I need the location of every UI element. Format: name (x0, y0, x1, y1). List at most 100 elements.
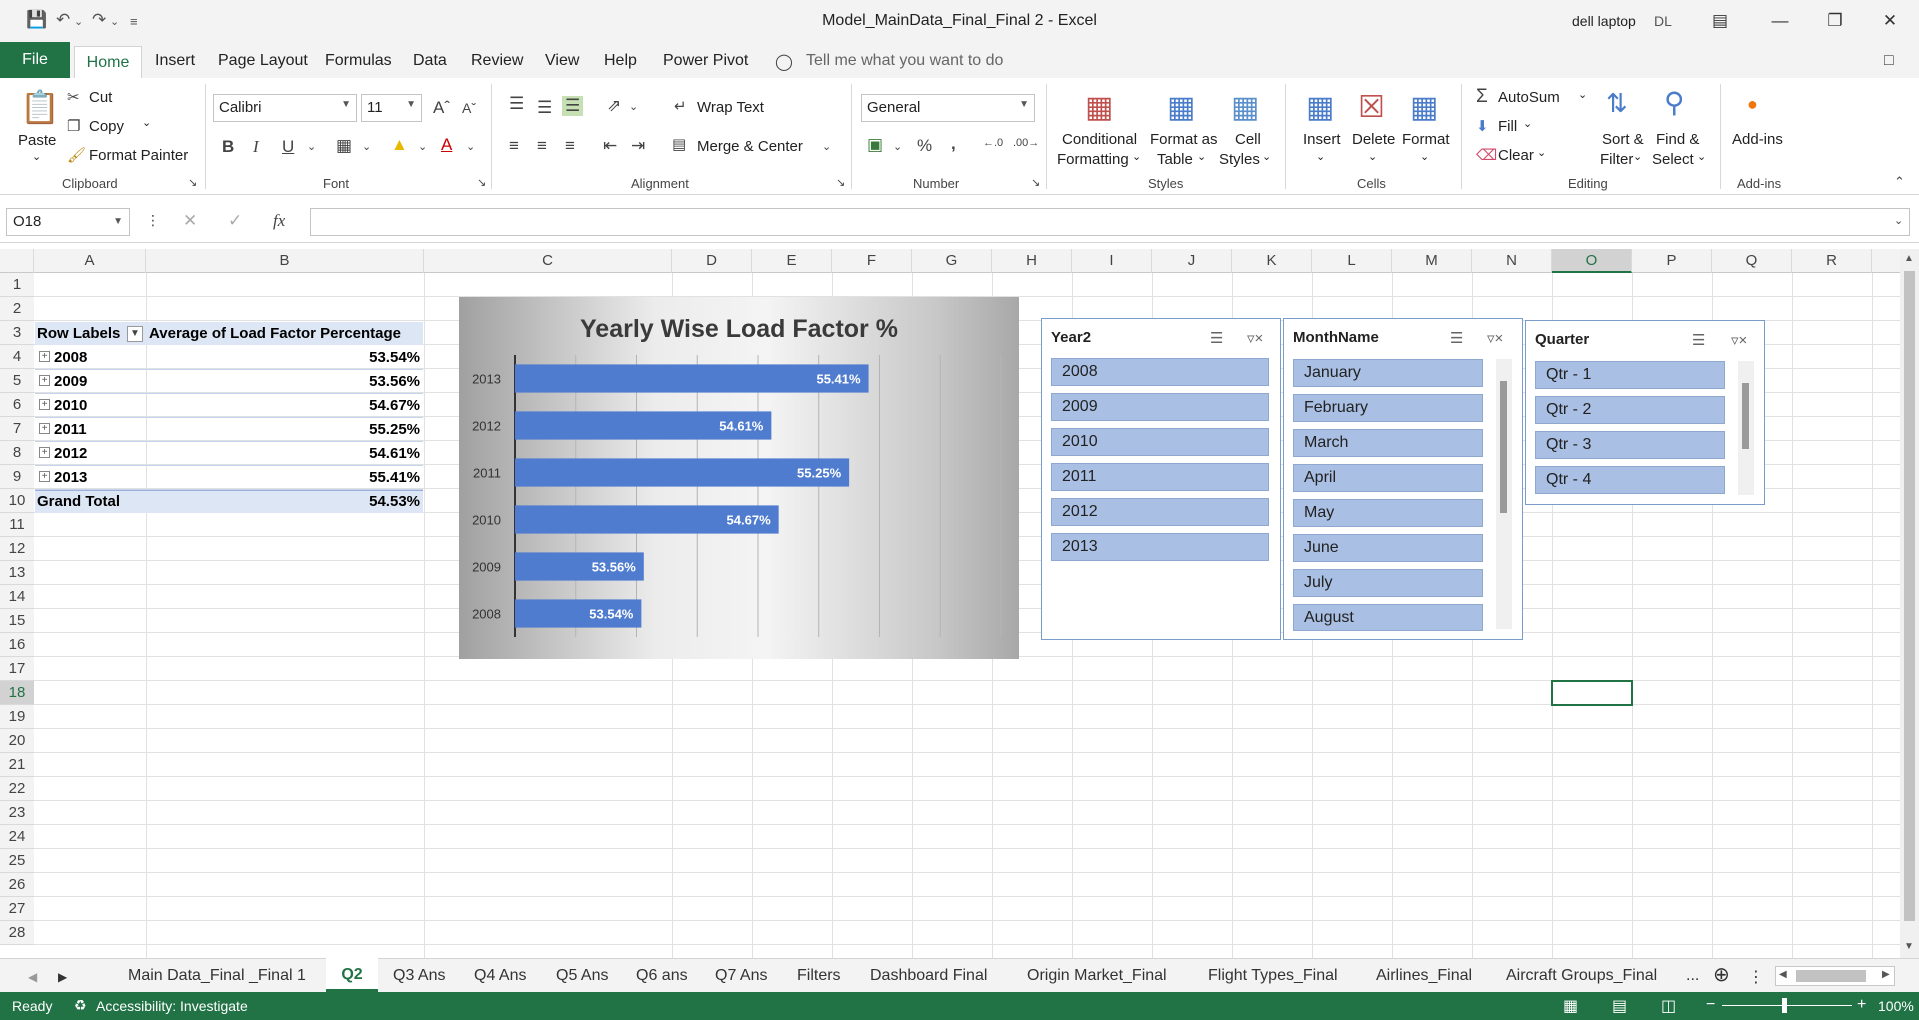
sort-filter-button[interactable]: Sort & (1602, 131, 1644, 148)
tab-file[interactable]: File (0, 42, 70, 78)
slicer-item[interactable]: 2010 (1051, 428, 1269, 456)
user-initials[interactable]: DL (1654, 13, 1672, 29)
number-format-dropdown[interactable]: General ▼ (861, 94, 1035, 122)
user-name[interactable]: dell laptop (1572, 13, 1636, 29)
font-launcher-icon[interactable]: ↘ (477, 176, 486, 189)
normal-view-icon[interactable]: ▦ (1563, 996, 1578, 1016)
tab-help[interactable]: Help (604, 52, 637, 70)
slicer-item[interactable]: 2011 (1051, 463, 1269, 491)
decrease-indent-icon[interactable]: ⇤ (603, 136, 617, 156)
format-painter-icon[interactable]: 🖌 (67, 146, 86, 164)
clipboard-launcher-icon[interactable]: ↘ (188, 176, 197, 189)
scroll-right-icon[interactable]: ▶ (1882, 969, 1890, 980)
row-header-5[interactable]: 5 (0, 369, 34, 393)
expand-formula-bar-icon[interactable]: ⌄ (1894, 214, 1903, 227)
row-header-11[interactable]: 11 (0, 513, 34, 537)
paste-icon[interactable]: 📋 (20, 88, 60, 126)
insert-dropdown-icon[interactable]: ⌄ (1316, 150, 1325, 163)
column-header-p[interactable]: P (1632, 249, 1712, 273)
slicer-item[interactable]: March (1293, 429, 1483, 457)
more-options-icon[interactable]: ⋮ (146, 212, 160, 229)
percent-style-icon[interactable]: % (917, 136, 932, 156)
sheet-tab[interactable]: Origin Market_Final (1027, 967, 1167, 985)
slicer-scroll-thumb[interactable] (1500, 381, 1507, 513)
row-header-25[interactable]: 25 (0, 849, 34, 873)
column-header-g[interactable]: G (912, 249, 992, 273)
expand-icon[interactable]: + (39, 351, 50, 362)
row-header-8[interactable]: 8 (0, 441, 34, 465)
autosum-dropdown-icon[interactable]: ⌄ (1578, 88, 1587, 101)
fill-color-icon[interactable]: ▲ (391, 135, 408, 155)
insert-cells-icon[interactable]: ▦ (1306, 90, 1334, 125)
paste-dropdown-icon[interactable]: ⌄ (32, 150, 41, 163)
row-header-19[interactable]: 19 (0, 705, 34, 729)
zoom-in-icon[interactable]: + (1857, 996, 1866, 1014)
increase-font-size-icon[interactable]: Aˆ (433, 98, 450, 118)
slicer-item[interactable]: Qtr - 2 (1535, 396, 1725, 424)
slicer-year2[interactable]: Year2 ☰ ▿× 2008 2009 2010 2011 2012 2013 (1041, 318, 1281, 640)
more-sheets-button[interactable]: ... (1686, 967, 1699, 985)
column-header-l[interactable]: L (1312, 249, 1392, 273)
copy-icon[interactable]: ❐ (67, 117, 80, 135)
slicer-item[interactable]: 2013 (1051, 533, 1269, 561)
merge-dropdown-icon[interactable]: ⌄ (822, 140, 831, 153)
slicer-item[interactable]: June (1293, 534, 1483, 562)
zoom-slider-thumb[interactable] (1782, 998, 1787, 1013)
restore-icon[interactable]: ❐ (1815, 6, 1855, 36)
minimize-icon[interactable]: — (1760, 6, 1800, 36)
find-select-button-line2[interactable]: Select (1652, 151, 1694, 168)
sheet-tab[interactable]: Q6 ans (636, 967, 688, 985)
column-header-r[interactable]: R (1792, 249, 1872, 273)
increase-decimal-icon[interactable]: ←.0 (983, 137, 1003, 149)
row-header-14[interactable]: 14 (0, 585, 34, 609)
comma-style-icon[interactable]: , (951, 134, 956, 154)
decrease-font-size-icon[interactable]: Aˇ (462, 100, 476, 116)
slicer-quarter[interactable]: Quarter ☰ ▿× Qtr - 1 Qtr - 2 Qtr - 3 Qtr - … (1525, 320, 1765, 505)
clear-dropdown-icon[interactable]: ⌄ (1537, 146, 1546, 159)
add-ins-icon[interactable]: ● (1747, 94, 1758, 115)
bold-icon[interactable]: B (222, 137, 234, 157)
row-header-24[interactable]: 24 (0, 825, 34, 849)
column-header-j[interactable]: J (1152, 249, 1232, 273)
expand-icon[interactable]: + (39, 375, 50, 386)
column-header-d[interactable]: D (672, 249, 752, 273)
row-header-6[interactable]: 6 (0, 393, 34, 417)
row-header-16[interactable]: 16 (0, 633, 34, 657)
wrap-text-button[interactable]: Wrap Text (697, 99, 764, 116)
new-sheet-icon[interactable]: ⊕ (1713, 962, 1730, 987)
middle-align-icon[interactable]: ☰ (537, 98, 552, 118)
merge-center-button[interactable]: Merge & Center (697, 138, 803, 155)
format-painter-button[interactable]: Format Painter (89, 147, 188, 164)
copy-dropdown-icon[interactable]: ⌄ (142, 116, 151, 129)
row-header-7[interactable]: 7 (0, 417, 34, 441)
font-name-dropdown[interactable]: Calibri ▼ (213, 94, 357, 122)
delete-dropdown-icon[interactable]: ⌄ (1368, 150, 1377, 163)
slicer-item[interactable]: Qtr - 3 (1535, 431, 1725, 459)
row-header-15[interactable]: 15 (0, 609, 34, 633)
zoom-slider[interactable] (1722, 1005, 1852, 1006)
row-header-20[interactable]: 20 (0, 729, 34, 753)
orientation-dropdown-icon[interactable]: ⌄ (629, 100, 638, 113)
find-select-icon[interactable]: ⚲ (1664, 86, 1685, 119)
slicer-item[interactable]: Qtr - 1 (1535, 361, 1725, 389)
horizontal-scrollbar[interactable]: ◀ ▶ (1775, 966, 1895, 986)
font-color-icon[interactable]: A (441, 135, 452, 155)
add-ins-button[interactable]: Add-ins (1732, 131, 1783, 148)
tab-data[interactable]: Data (413, 52, 447, 70)
slicer-monthname[interactable]: MonthName ☰ ▿× January February March April… (1283, 318, 1523, 640)
tab-review[interactable]: Review (471, 52, 523, 70)
row-header-17[interactable]: 17 (0, 657, 34, 681)
row-header-2[interactable]: 2 (0, 297, 34, 321)
row-header-18[interactable]: 18 (0, 681, 34, 705)
cell-styles-button[interactable]: Cell (1235, 131, 1261, 148)
merge-center-icon[interactable]: ▤ (672, 135, 686, 153)
multi-select-icon[interactable]: ☰ (1210, 329, 1223, 347)
comments-icon[interactable]: □ (1884, 52, 1894, 70)
tab-insert[interactable]: Insert (155, 52, 195, 70)
find-select-button[interactable]: Find & (1656, 131, 1699, 148)
sheet-tab[interactable]: Q3 Ans (393, 967, 445, 985)
slicer-item[interactable]: 2012 (1051, 498, 1269, 526)
slicer-item[interactable]: July (1293, 569, 1483, 597)
fill-dropdown-icon[interactable]: ⌄ (1523, 117, 1532, 130)
column-header-n[interactable]: N (1472, 249, 1552, 273)
